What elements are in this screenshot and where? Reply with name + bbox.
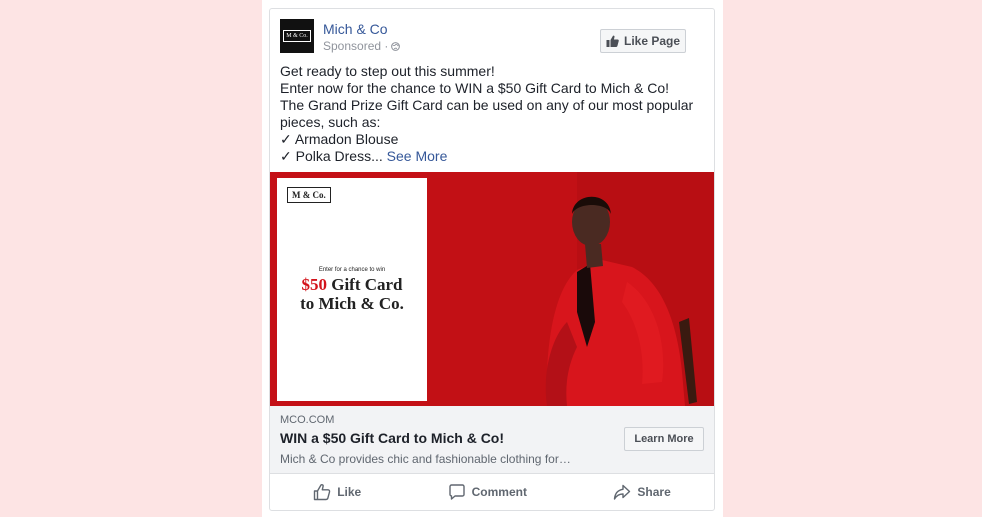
post-text-line: The Grand Prize Gift Card can be used on… [280, 97, 694, 130]
share-label: Share [637, 485, 671, 499]
post-text-line: ✓ Armadon Blouse [280, 131, 399, 147]
ad-price: $50 [301, 275, 327, 294]
thumbs-up-outline-icon [314, 484, 331, 501]
thumbs-up-icon [606, 35, 619, 47]
post-text-line: ✓ Polka Dress... [280, 148, 383, 164]
sponsored-label[interactable]: Sponsored · [323, 39, 401, 53]
ad-text-panel: M & Co. Enter for a chance to win $50 Gi… [277, 178, 427, 401]
like-page-label: Like Page [623, 34, 681, 48]
comment-button[interactable]: Comment [432, 478, 543, 506]
like-label: Like [337, 485, 362, 499]
ad-headline-line2: to Mich & Co. [300, 294, 404, 313]
ad-headline: $50 Gift Card to Mich & Co. [277, 275, 427, 313]
share-arrow-icon [614, 484, 631, 500]
model-photo [427, 172, 714, 406]
page-name-link[interactable]: Mich & Co [323, 21, 388, 37]
ad-image[interactable]: M & Co. Enter for a chance to win $50 Gi… [270, 172, 714, 406]
post-actions: Like Comment Share [270, 474, 714, 510]
sponsored-post: M & Co. Mich & Co Sponsored · Like Page … [269, 8, 715, 511]
learn-more-button[interactable]: Learn More [624, 427, 704, 451]
page-avatar[interactable]: M & Co. [280, 19, 314, 53]
post-text-line: Get ready to step out this summer! [280, 63, 495, 79]
link-description: Mich & Co provides chic and fashionable … [280, 452, 571, 466]
see-more-link[interactable]: See More [387, 148, 448, 164]
avatar-logo-text: M & Co. [283, 30, 311, 42]
post-body: Get ready to step out this summer! Enter… [280, 63, 704, 165]
link-domain: MCO.COM [280, 414, 335, 426]
sponsored-text: Sponsored · [323, 39, 389, 53]
ad-headline-rest: Gift Card [326, 275, 403, 294]
ad-brand-logo: M & Co. [287, 187, 331, 203]
comment-label: Comment [471, 485, 527, 499]
like-button[interactable]: Like [297, 478, 377, 506]
link-preview[interactable]: MCO.COM WIN a $50 Gift Card to Mich & Co… [270, 406, 714, 474]
post-header: M & Co. Mich & Co Sponsored · Like Page [280, 19, 704, 59]
globe-icon [391, 41, 401, 51]
like-page-button[interactable]: Like Page [600, 29, 686, 53]
ad-small-text: Enter for a chance to win [318, 267, 386, 273]
share-button[interactable]: Share [597, 478, 686, 506]
comment-icon [448, 484, 465, 500]
link-headline[interactable]: WIN a $50 Gift Card to Mich & Co! [280, 430, 504, 446]
post-text-last-line: ✓ Polka Dress... See More [280, 148, 704, 165]
post-text-line: Enter now for the chance to WIN a $50 Gi… [280, 80, 670, 96]
